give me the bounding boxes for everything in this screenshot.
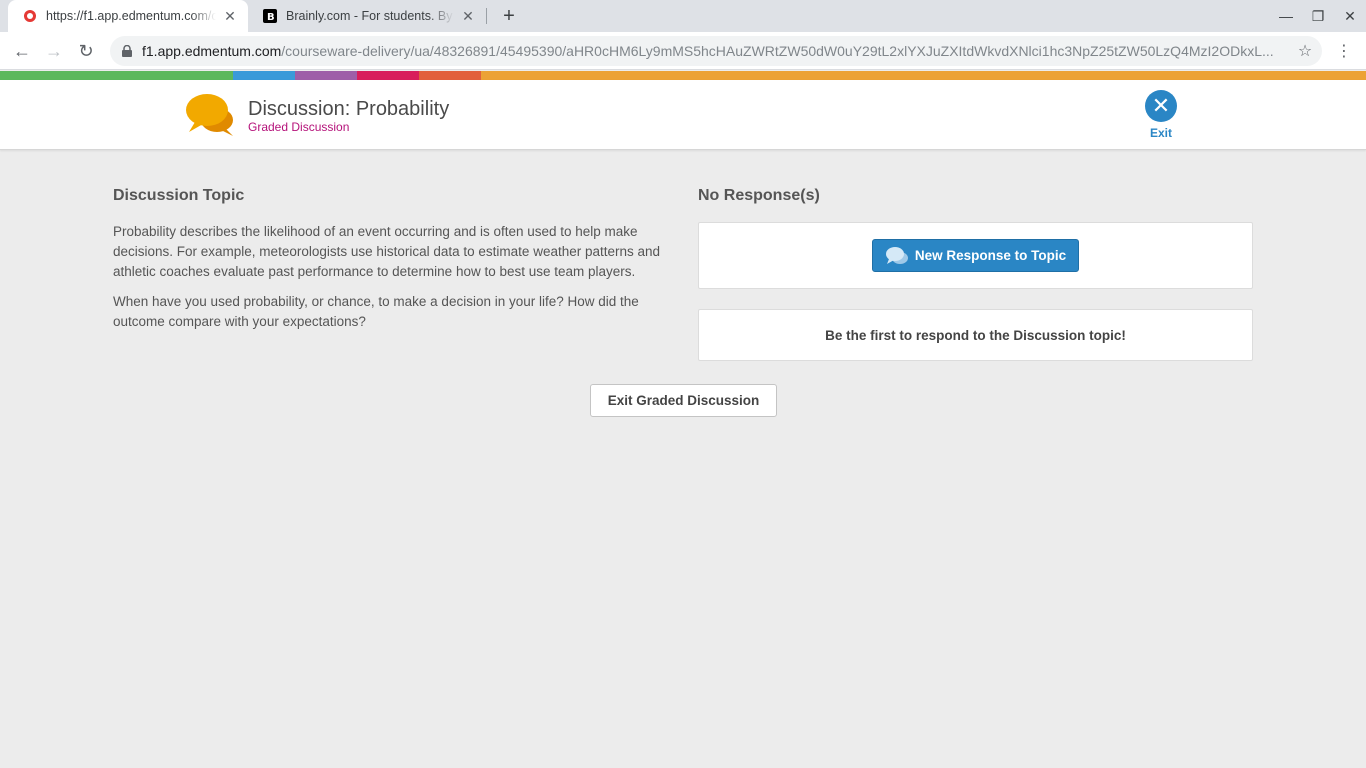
topic-heading: Discussion Topic	[113, 187, 245, 204]
browser-menu-icon[interactable]: ⋮	[1334, 37, 1354, 65]
responses-panel: No Response(s) New Response to Topic Be …	[698, 187, 1253, 361]
tab-title: https://f1.app.edmentum.com/courseware-d…	[46, 9, 216, 23]
discussion-topic-panel: Discussion Topic Probability describes t…	[113, 187, 673, 342]
activity-header: Discussion: Probability Graded Discussio…	[0, 80, 1366, 150]
tab-edmentum[interactable]: https://f1.app.edmentum.com/courseware-d…	[8, 0, 248, 32]
minimize-icon[interactable]: ―	[1270, 0, 1302, 32]
page-title: Discussion: Probability	[248, 98, 450, 120]
exit-graded-discussion-button[interactable]: Exit Graded Discussion	[590, 384, 777, 417]
close-tab-icon[interactable]: ✕	[222, 8, 238, 24]
brainly-favicon-icon: B	[262, 8, 278, 24]
url-host: f1.app.edmentum.com	[142, 43, 282, 59]
url-path: /courseware-delivery/ua/48326891/4549539…	[281, 43, 1274, 59]
color-segment	[295, 71, 357, 80]
empty-responses-message: Be the first to respond to the Discussio…	[698, 309, 1253, 361]
bookmark-star-icon[interactable]: ☆	[1296, 42, 1314, 60]
browser-toolbar: ← → ↻ f1.app.edmentum.com/courseware-del…	[0, 32, 1366, 70]
close-circle-icon: ✕	[1145, 90, 1177, 122]
url-text: f1.app.edmentum.com/courseware-delivery/…	[142, 43, 1282, 59]
restore-icon[interactable]: ❐	[1302, 0, 1334, 32]
color-segment	[419, 71, 481, 80]
chat-bubble-icon	[885, 246, 909, 266]
lock-icon[interactable]	[120, 44, 134, 58]
close-window-icon[interactable]: ✕	[1334, 0, 1366, 32]
color-segment	[481, 71, 1366, 80]
new-response-label: New Response to Topic	[914, 248, 1067, 263]
new-response-button[interactable]: New Response to Topic	[871, 239, 1080, 272]
reload-icon[interactable]: ↻	[72, 37, 100, 65]
tab-separator	[486, 8, 487, 24]
close-tab-icon[interactable]: ✕	[460, 8, 476, 24]
tab-title: Brainly.com - For students. By students.	[286, 9, 454, 23]
color-segment	[357, 71, 419, 80]
color-segment	[0, 71, 233, 80]
color-segment	[233, 71, 295, 80]
page-subtitle: Graded Discussion	[248, 120, 350, 134]
topic-paragraph: When have you used probability, or chanc…	[113, 294, 639, 329]
exit-button[interactable]: ✕ Exit	[1140, 90, 1182, 140]
edmentum-favicon-icon	[22, 8, 38, 24]
address-bar[interactable]: f1.app.edmentum.com/courseware-delivery/…	[110, 36, 1322, 66]
back-arrow-icon[interactable]: ←	[8, 37, 36, 65]
forward-arrow-icon[interactable]: →	[40, 37, 68, 65]
new-tab-plus-icon[interactable]: +	[498, 5, 520, 27]
new-response-box: New Response to Topic	[698, 222, 1253, 289]
svg-text:B: B	[267, 12, 275, 23]
tab-brainly[interactable]: B Brainly.com - For students. By student…	[248, 0, 486, 32]
topic-paragraph: Probability describes the likelihood of …	[113, 224, 661, 279]
browser-tab-strip: https://f1.app.edmentum.com/courseware-d…	[0, 0, 1366, 32]
responses-heading: No Response(s)	[698, 187, 820, 204]
exit-label: Exit	[1149, 126, 1172, 140]
discussion-bubbles-icon	[183, 90, 237, 138]
brand-color-bar	[0, 71, 1366, 80]
